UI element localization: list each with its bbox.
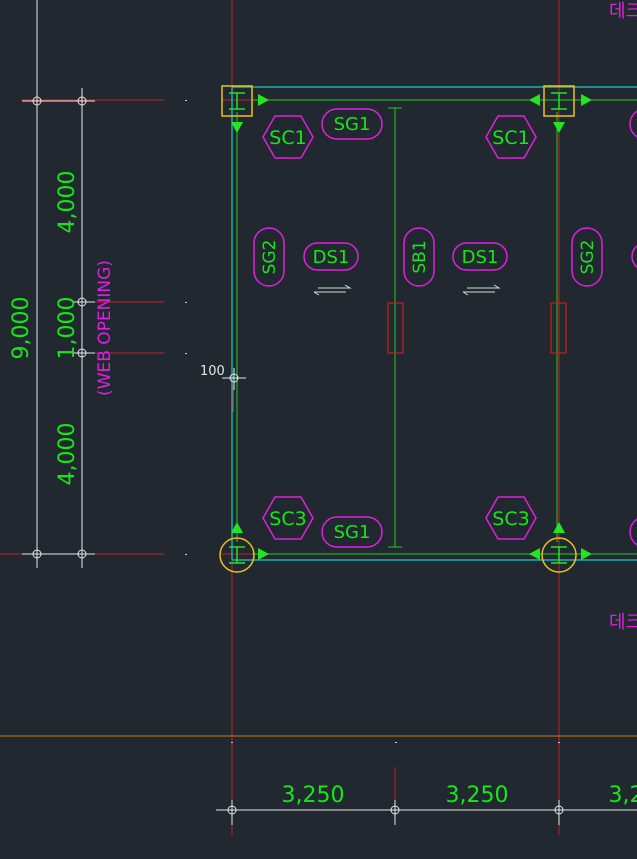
- pill-partial-top: [629, 110, 637, 138]
- pin-arrows: [231, 94, 592, 560]
- tag-sc1-left: SC1: [269, 127, 306, 149]
- vertical-dimension-texts: 9,000 4,000 1,000 4,000: [9, 171, 80, 486]
- h-column-square-icon: [221, 85, 575, 117]
- dim-vertical-bottom: 4,000: [55, 423, 80, 486]
- extension-dots: [185, 100, 560, 743]
- span-direction-arrows-icon: [313, 284, 501, 296]
- web-openings: [387, 302, 567, 354]
- horizontal-dimension-lines: [216, 800, 637, 825]
- pill-partial-mid: [631, 245, 637, 268]
- dot: [185, 353, 187, 354]
- tag-ds1-left: DS1: [313, 247, 350, 268]
- crosshair-icon: [222, 368, 246, 390]
- h-section-icon: [551, 92, 567, 110]
- tag-sg2-left: SG2: [260, 240, 280, 275]
- member-tag-shapes: [253, 108, 637, 548]
- span-arrows-right: [462, 284, 501, 296]
- horizontal-dimension-texts: 3,250 3,250 3,250: [282, 783, 637, 808]
- arrow-right-icon: [258, 548, 269, 560]
- dot: [185, 100, 187, 101]
- h-column-circle-icon: [219, 537, 577, 573]
- grid-lines: [0, 0, 637, 835]
- beam-lines: [236, 99, 637, 555]
- dim-vertical-total: 9,000: [9, 297, 34, 360]
- tag-ds1-right: DS1: [462, 247, 499, 268]
- h-section-marks: [229, 92, 567, 564]
- tag-sg1-bottom: SG1: [334, 522, 371, 543]
- arrow-right-icon: [581, 548, 592, 560]
- pill-partial-bottom: [629, 518, 637, 546]
- offset-marker: 100: [200, 364, 246, 390]
- tag-sc3-left: SC3: [269, 508, 306, 530]
- tag-sc1-right: SC1: [492, 127, 529, 149]
- tag-sg2-right: SG2: [578, 240, 598, 275]
- dot: [395, 742, 397, 743]
- arrow-left-icon: [529, 94, 540, 106]
- dot: [231, 742, 233, 743]
- arrow-down-icon: [553, 122, 565, 133]
- web-opening-label: (WEB OPENING): [95, 260, 115, 396]
- tag-sb1: SB1: [410, 240, 430, 273]
- dim-horizontal-1: 3,250: [282, 783, 345, 808]
- cad-drawing-canvas: SC1 SC1 SC3 SC3 SG1 SG1 DS1 DS1 SG2 SB1 …: [0, 0, 637, 835]
- label-deck-top: 데크: [609, 1, 637, 22]
- tag-sc3-right: SC3: [492, 508, 529, 530]
- tag-sg1-top: SG1: [334, 114, 371, 135]
- dim-horizontal-3: 3,250: [609, 783, 637, 808]
- arrow-left-icon: [529, 548, 540, 560]
- dot: [558, 742, 560, 743]
- dot: [185, 554, 187, 555]
- arrow-up-icon: [553, 522, 565, 533]
- offset-100-label: 100: [200, 364, 225, 379]
- korean-labels: 데크 데크: [609, 1, 637, 633]
- dim-horizontal-2: 3,250: [446, 783, 509, 808]
- dot: [185, 302, 187, 303]
- dim-vertical-top: 4,000: [55, 171, 80, 234]
- member-tag-texts: SC1 SC1 SC3 SC3 SG1 SG1 DS1 DS1 SG2 SB1 …: [260, 114, 598, 543]
- dim-vertical-mid: 1,000: [55, 297, 80, 360]
- span-arrows-left: [313, 284, 352, 296]
- arrow-down-icon: [231, 122, 243, 133]
- arrow-right-icon: [581, 94, 592, 106]
- arrow-up-icon: [231, 522, 243, 533]
- label-deck-bottom: 데크: [609, 612, 637, 633]
- arrow-right-icon: [258, 94, 269, 106]
